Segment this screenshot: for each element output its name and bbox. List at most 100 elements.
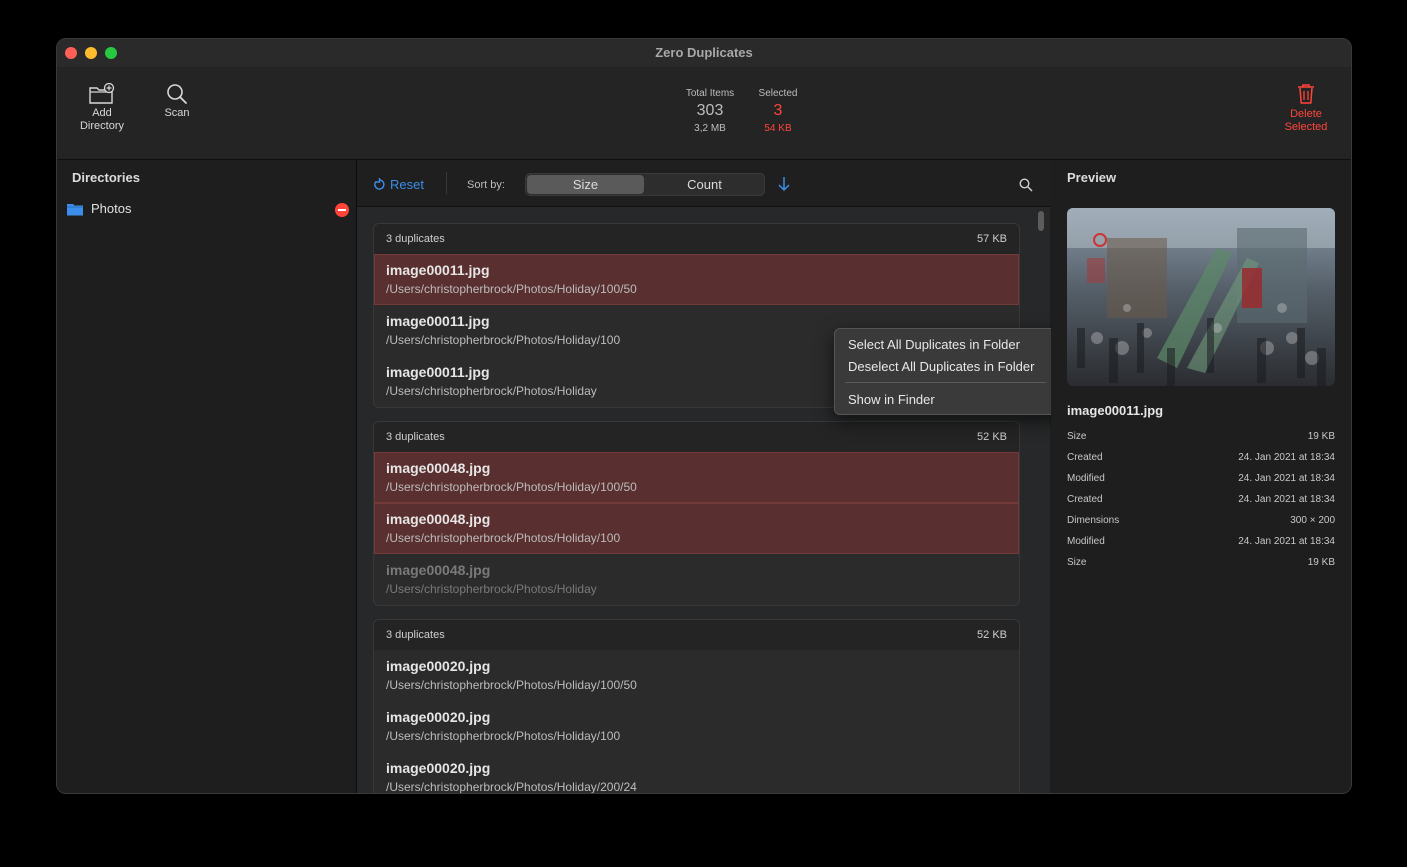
meta-key: Created (1067, 494, 1103, 505)
duplicates-panel: Reset Sort by: Size Count 3 duplicates 5… (357, 160, 1050, 793)
sidebar-item-photos[interactable]: Photos (65, 200, 351, 220)
window-title: Zero Duplicates (655, 45, 753, 60)
file-name: image00020.jpg (386, 709, 491, 725)
group-size: 52 KB (977, 431, 1007, 443)
group-count: 3 duplicates (386, 431, 445, 443)
title-bar: Zero Duplicates (57, 39, 1351, 68)
meta-value: 300 × 200 (1290, 515, 1335, 526)
scan-label: Scan (164, 107, 190, 119)
file-name: image00020.jpg (386, 658, 491, 674)
file-row[interactable]: image00020.jpg /Users/christopherbrock/P… (374, 701, 1019, 752)
group-count: 3 duplicates (386, 629, 445, 641)
scrollbar-thumb[interactable] (1038, 211, 1044, 231)
crowd-photo-thumbnail (1067, 208, 1335, 386)
sort-direction-arrow-icon[interactable] (777, 176, 791, 192)
app-window: Zero Duplicates Add Directory Scan Total… (56, 38, 1352, 794)
file-name: image00048.jpg (386, 511, 491, 527)
magnifier-icon (167, 84, 187, 104)
file-path: /Users/christopherbrock/Photos/Holiday/1… (386, 729, 621, 743)
group-header: 3 duplicates 52 KB (374, 620, 1019, 650)
meta-key: Size (1067, 557, 1087, 568)
reset-label: Reset (390, 177, 424, 192)
delete-selected-button[interactable]: Delete Selected (1277, 82, 1335, 134)
file-name: image00048.jpg (386, 460, 491, 476)
meta-value: 19 KB (1307, 557, 1335, 568)
meta-key: Created (1067, 452, 1103, 463)
file-row[interactable]: image00048.jpg /Users/christopherbrock/P… (374, 554, 1019, 605)
meta-value: 24. Jan 2021 at 18:34 (1238, 473, 1335, 484)
sort-count-option[interactable]: Count (646, 174, 763, 195)
sort-segmented-control: Size Count (525, 173, 765, 196)
meta-value: 19 KB (1307, 431, 1335, 442)
add-directory-button[interactable]: Add Directory (77, 83, 127, 133)
preview-panel: Preview image00011.jpg Size 19 KB Create… (1051, 160, 1351, 793)
folder-add-icon (89, 83, 115, 104)
duplicate-group: 3 duplicates 52 KB image00020.jpg /Users… (373, 619, 1020, 793)
selected-stat: Selected 3 54 KB (751, 88, 805, 134)
scan-button[interactable]: Scan (157, 83, 197, 120)
group-count: 3 duplicates (386, 233, 445, 245)
meta-key: Size (1067, 431, 1087, 442)
file-path: /Users/christopherbrock/Photos/Holiday (386, 582, 597, 596)
context-menu: Select All Duplicates in Folder Deselect… (834, 328, 1061, 415)
sort-by-label: Sort by: (467, 179, 505, 191)
file-path: /Users/christopherbrock/Photos/Holiday/2… (386, 780, 637, 793)
meta-value: 24. Jan 2021 at 18:34 (1238, 452, 1335, 463)
reset-button[interactable]: Reset (373, 177, 424, 192)
search-icon[interactable] (1019, 178, 1033, 192)
total-items-label: Total Items (685, 88, 735, 99)
selected-value: 3 (773, 102, 783, 119)
group-header: 3 duplicates 52 KB (374, 422, 1019, 452)
trash-icon (1298, 84, 1314, 104)
file-path: /Users/christopherbrock/Photos/Holiday/1… (386, 480, 637, 494)
selected-label: Selected (758, 88, 798, 99)
duplicate-group: 3 duplicates 52 KB image00048.jpg /Users… (373, 421, 1020, 606)
file-row[interactable]: image00020.jpg /Users/christopherbrock/P… (374, 752, 1019, 793)
menu-item-show-in-finder[interactable]: Show in Finder (848, 392, 935, 407)
toolbar: Add Directory Scan Total Items 303 3,2 M… (57, 67, 1351, 160)
add-directory-label: Add Directory (79, 107, 124, 132)
file-path: /Users/christopherbrock/Photos/Holiday/1… (386, 282, 637, 296)
directories-sidebar: Directories Photos (57, 160, 357, 793)
file-name: image00020.jpg (386, 760, 491, 776)
meta-value: 24. Jan 2021 at 18:34 (1238, 536, 1335, 547)
preview-filename: image00011.jpg (1067, 403, 1164, 418)
duplicates-list[interactable]: 3 duplicates 57 KB image00011.jpg /Users… (357, 207, 1050, 793)
file-path: /Users/christopherbrock/Photos/Holiday (386, 384, 597, 398)
file-path: /Users/christopherbrock/Photos/Holiday/1… (386, 333, 621, 347)
file-name: image00011.jpg (386, 262, 490, 278)
filter-bar: Reset Sort by: Size Count (357, 160, 1050, 207)
delete-selected-label: Delete Selected (1284, 108, 1328, 133)
meta-key: Dimensions (1067, 515, 1120, 526)
total-items-stat: Total Items 303 3,2 MB (680, 88, 740, 134)
preview-title: Preview (1067, 170, 1117, 185)
group-header: 3 duplicates 57 KB (374, 224, 1019, 254)
sort-size-option[interactable]: Size (527, 175, 644, 194)
file-row[interactable]: image00048.jpg /Users/christopherbrock/P… (374, 503, 1019, 554)
menu-item-deselect-all[interactable]: Deselect All Duplicates in Folder (848, 359, 1034, 374)
meta-key: Modified (1067, 536, 1105, 547)
file-path: /Users/christopherbrock/Photos/Holiday/1… (386, 678, 637, 692)
group-size: 57 KB (977, 233, 1007, 245)
file-name: image00011.jpg (386, 313, 490, 329)
file-name: image00011.jpg (386, 364, 490, 380)
preview-image (1067, 208, 1335, 386)
meta-value: 24. Jan 2021 at 18:34 (1238, 494, 1335, 505)
sidebar-item-label: Photos (91, 201, 132, 216)
file-path: /Users/christopherbrock/Photos/Holiday/1… (386, 531, 621, 545)
remove-directory-button[interactable] (335, 203, 349, 217)
reset-icon (374, 178, 385, 190)
menu-item-select-all[interactable]: Select All Duplicates in Folder (848, 337, 1020, 352)
total-items-value: 303 (696, 102, 724, 119)
file-name: image00048.jpg (386, 562, 491, 578)
meta-key: Modified (1067, 473, 1105, 484)
folder-icon (67, 204, 83, 216)
menu-separator (845, 382, 1046, 383)
file-row[interactable]: image00011.jpg /Users/christopherbrock/P… (374, 254, 1019, 305)
group-size: 52 KB (977, 629, 1007, 641)
file-row[interactable]: image00020.jpg /Users/christopherbrock/P… (374, 650, 1019, 701)
file-row[interactable]: image00048.jpg /Users/christopherbrock/P… (374, 452, 1019, 503)
total-items-size: 3,2 MB (694, 123, 726, 134)
selected-size: 54 KB (764, 123, 792, 134)
divider (446, 172, 447, 194)
